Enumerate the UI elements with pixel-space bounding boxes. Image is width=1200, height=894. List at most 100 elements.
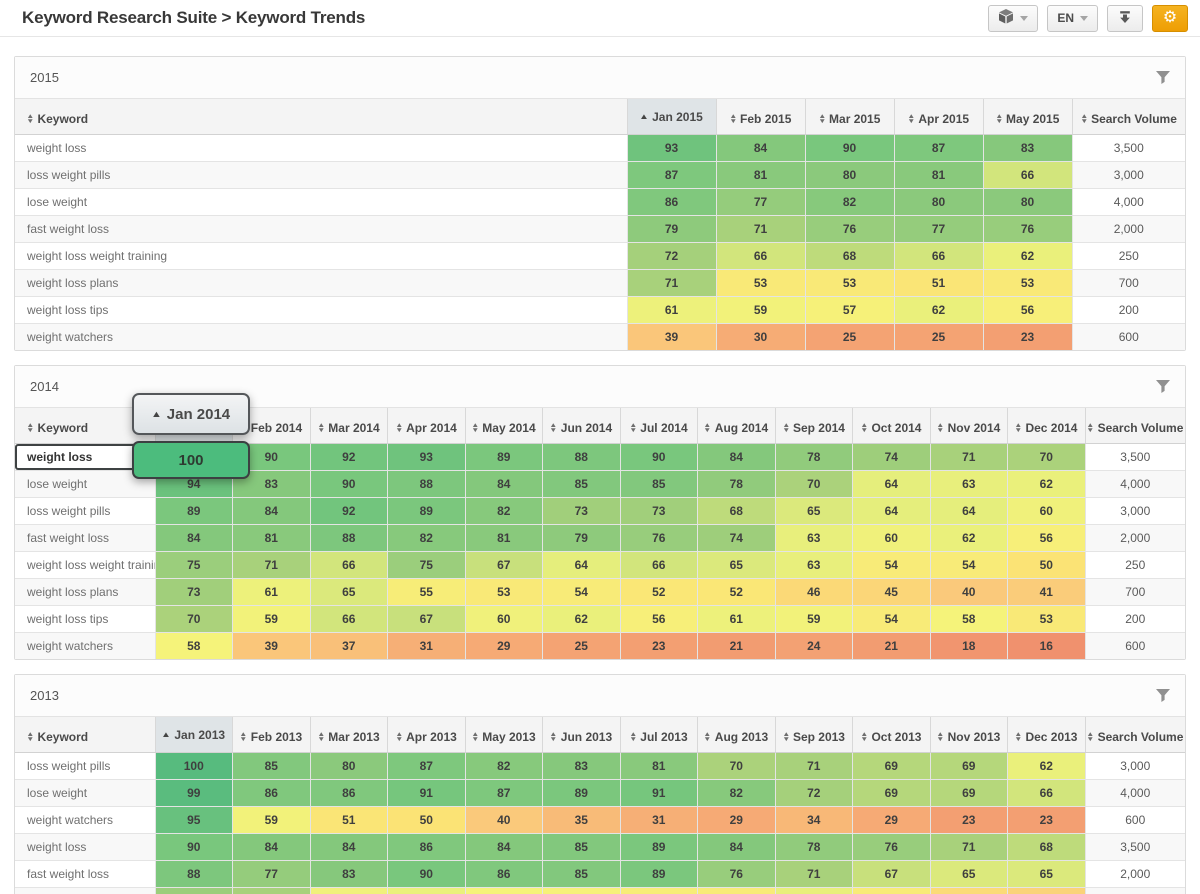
trend-value-cell: 80	[805, 161, 894, 188]
trend-value-cell: 76	[853, 833, 931, 860]
keyword-cell: weight watchers	[15, 632, 155, 659]
column-header-month[interactable]: ▲▼Mar 2013	[310, 717, 388, 752]
column-header-search-volume[interactable]: ▲▼Search Volume	[1072, 99, 1185, 134]
trend-value-cell: 53	[716, 269, 805, 296]
sort-icon: ▲▼	[1015, 732, 1021, 743]
trend-value-cell: 85	[543, 470, 621, 497]
column-header-month[interactable]: ▲▼Mar 2015	[805, 99, 894, 134]
keyword-cell: fast weight loss	[15, 524, 155, 551]
filter-icon[interactable]	[1156, 689, 1170, 702]
search-volume-cell: 600	[1085, 806, 1185, 833]
search-volume-cell: 200	[1085, 605, 1185, 632]
keyword-cell: weight loss	[15, 134, 627, 161]
topbar-actions: EN ⚙︎	[988, 5, 1188, 32]
trend-value-cell: 66	[310, 605, 388, 632]
column-header-month[interactable]: ▲▼Feb 2013	[233, 717, 311, 752]
column-header-month[interactable]: ▲▼May 2015	[983, 99, 1072, 134]
trend-value-cell: 88	[543, 443, 621, 470]
trend-value-cell: 79	[627, 215, 716, 242]
column-header-month[interactable]: ▲▼Jul 2013	[620, 717, 698, 752]
keyword-cell: weight loss weight training	[15, 242, 627, 269]
column-header-inner: ▲▼Mar 2013	[318, 730, 380, 744]
column-header-keyword[interactable]: ▲▼Keyword	[15, 99, 627, 134]
column-header-month[interactable]: ▲▼Dec 2013	[1008, 717, 1086, 752]
language-button[interactable]: EN	[1047, 5, 1098, 32]
trend-value-cell: 35	[543, 806, 621, 833]
sort-icon: ▲▼	[937, 732, 943, 743]
column-header-month[interactable]: ▲▼Jun 2014	[543, 408, 621, 443]
language-label: EN	[1057, 11, 1074, 25]
table-row: weight loss tips6159576256200	[15, 296, 1185, 323]
search-volume-cell: 4,000	[1085, 779, 1185, 806]
column-header-month[interactable]: ▲▼Dec 2014	[1008, 408, 1086, 443]
trend-value-cell: 86	[627, 188, 716, 215]
settings-button[interactable]: ⚙︎	[1152, 5, 1188, 32]
trend-value-cell: 88	[155, 860, 233, 887]
trend-value-cell: 82	[388, 524, 466, 551]
trend-value-cell: 88	[388, 470, 466, 497]
column-header-month[interactable]: ▲Jan 2015	[627, 99, 716, 134]
trend-value-cell: 59	[233, 605, 311, 632]
column-header-month[interactable]: ▲▼Jun 2013	[543, 717, 621, 752]
sort-icon: ▲▼	[1087, 732, 1093, 743]
column-header-month[interactable]: ▲Jan 2013	[155, 717, 233, 752]
filter-icon[interactable]	[1156, 380, 1170, 393]
sort-icon: ▲▼	[27, 114, 33, 125]
table-row: weight loss93849087833,500	[15, 134, 1185, 161]
sort-icon: ▲▼	[783, 423, 789, 434]
column-header-keyword[interactable]: ▲▼Keyword	[15, 717, 155, 752]
trend-value-cell: 66	[1008, 779, 1086, 806]
column-header-inner: ▲▼Search Volume	[1081, 112, 1177, 126]
column-header-month[interactable]: ▲▼Apr 2015	[894, 99, 983, 134]
search-volume-cell: 250	[1085, 887, 1185, 894]
keyword-cell: loss weight pills	[15, 497, 155, 524]
keyword-cell: loss weight pills	[15, 752, 155, 779]
column-header-month[interactable]: ▲▼Apr 2013	[388, 717, 466, 752]
trend-value-cell: 81	[716, 161, 805, 188]
sort-icon: ▲▼	[27, 423, 33, 434]
table-row: weight loss weight training7266686662250	[15, 242, 1185, 269]
trend-value-cell: 77	[233, 860, 311, 887]
column-header-search-volume[interactable]: ▲▼Search Volume	[1085, 408, 1185, 443]
trend-value-cell: 81	[233, 524, 311, 551]
column-header-search-volume[interactable]: ▲▼Search Volume	[1085, 717, 1185, 752]
sort-icon: ▲▼	[396, 732, 402, 743]
column-header-month[interactable]: ▲▼Oct 2013	[853, 717, 931, 752]
trend-value-cell: 55	[388, 578, 466, 605]
trend-value-cell: 73	[155, 578, 233, 605]
column-header-inner: ▲▼Apr 2014	[396, 421, 457, 435]
column-header-month[interactable]: ▲▼May 2013	[465, 717, 543, 752]
trend-value-cell: 57	[805, 296, 894, 323]
column-header-inner: ▲▼Keyword	[27, 421, 88, 435]
trend-value-cell: 84	[465, 833, 543, 860]
column-header-month[interactable]: ▲▼Jul 2014	[620, 408, 698, 443]
trend-value-cell: 89	[620, 860, 698, 887]
column-header-month[interactable]: ▲▼Nov 2014	[930, 408, 1008, 443]
column-header-month[interactable]: ▲▼Apr 2014	[388, 408, 466, 443]
trend-value-cell: 31	[388, 632, 466, 659]
trend-value-cell: 76	[620, 524, 698, 551]
magnified-month-header[interactable]: ▲Jan 2014	[132, 393, 250, 435]
sort-icon: ▲▼	[1081, 114, 1087, 125]
column-header-month[interactable]: ▲▼Oct 2014	[853, 408, 931, 443]
trend-value-cell: 41	[1008, 578, 1086, 605]
column-header-month[interactable]: ▲▼Feb 2015	[716, 99, 805, 134]
trend-value-cell: 81	[465, 524, 543, 551]
column-header-month[interactable]: ▲▼Mar 2014	[310, 408, 388, 443]
export-format-button[interactable]	[988, 5, 1038, 32]
trend-value-cell: 82	[465, 752, 543, 779]
column-header-month[interactable]: ▲▼Aug 2014	[698, 408, 776, 443]
download-button[interactable]	[1107, 5, 1143, 32]
trend-value-cell: 83	[983, 134, 1072, 161]
table-row: fast weight loss887783908685897671676565…	[15, 860, 1185, 887]
trend-value-cell: 62	[894, 296, 983, 323]
column-header-month[interactable]: ▲▼Sep 2013	[775, 717, 853, 752]
column-header-month[interactable]: ▲▼May 2014	[465, 408, 543, 443]
column-header-month[interactable]: ▲▼Sep 2014	[775, 408, 853, 443]
filter-icon[interactable]	[1156, 71, 1170, 84]
trend-value-cell: 84	[310, 833, 388, 860]
column-header-month[interactable]: ▲▼Nov 2013	[930, 717, 1008, 752]
column-header-month[interactable]: ▲▼Aug 2013	[698, 717, 776, 752]
keyword-cell: weight watchers	[15, 806, 155, 833]
trend-value-cell: 66	[310, 551, 388, 578]
